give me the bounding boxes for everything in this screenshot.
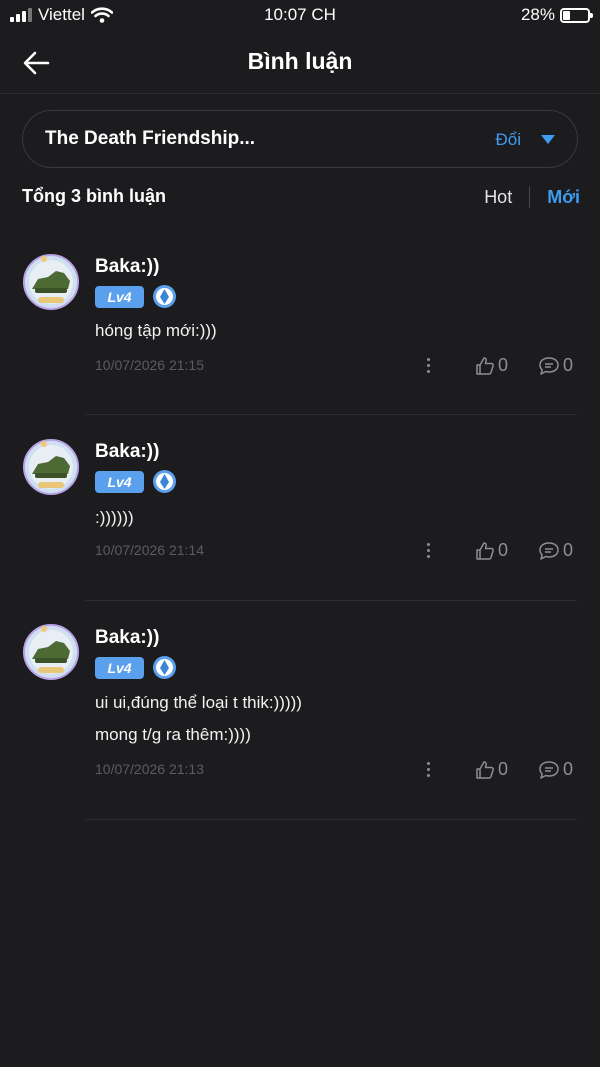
comment-time: 10/07/2026 21:13	[95, 761, 204, 777]
chapter-selector[interactable]: The Death Friendship... Đổi	[22, 110, 578, 168]
reply-count: 0	[563, 355, 574, 375]
avatar[interactable]	[22, 623, 80, 681]
reply-button[interactable]: 0	[538, 540, 573, 561]
reply-button[interactable]: 0	[538, 355, 573, 376]
like-button[interactable]: 0	[475, 355, 508, 376]
chat-bubble-icon	[539, 356, 559, 375]
more-options-icon[interactable]	[424, 543, 432, 563]
battery-percent: 28%	[520, 5, 555, 24]
avatar[interactable]	[22, 438, 80, 496]
thumbs-up-icon	[476, 760, 494, 779]
chat-bubble-icon	[539, 541, 559, 560]
change-button[interactable]: Đổi	[495, 130, 521, 150]
more-options-icon[interactable]	[424, 762, 432, 782]
author-badges: Lv4	[95, 655, 177, 680]
comment-count: Tổng 3 bình luận	[22, 186, 166, 206]
status-right: 28%	[520, 5, 593, 25]
comment-author[interactable]: Baka:))	[95, 441, 159, 463]
comment-divider	[85, 414, 577, 415]
sort-hot-tab[interactable]: Hot	[484, 187, 512, 208]
comment-text: mong t/g ra thêm:))))	[95, 725, 251, 744]
comment-divider	[85, 600, 577, 601]
comment-text: ui ui,đúng thể loại t thik:)))))	[95, 693, 302, 712]
author-badges: Lv4	[95, 469, 177, 494]
level-badge: Lv4	[95, 470, 144, 493]
page-title: Bình luận	[247, 48, 353, 74]
reply-button[interactable]: 0	[538, 759, 573, 780]
thumbs-up-icon	[476, 356, 494, 375]
comment-time: 10/07/2026 21:15	[95, 357, 204, 373]
sort-divider	[529, 186, 531, 208]
medal-icon	[153, 285, 176, 308]
reply-count: 0	[563, 540, 574, 560]
status-time: 10:07 CH	[264, 5, 336, 24]
avatar[interactable]	[22, 253, 80, 311]
chat-bubble-icon	[539, 760, 559, 779]
medal-icon	[153, 656, 176, 679]
reply-count: 0	[563, 759, 574, 779]
comment-time: 10/07/2026 21:14	[95, 542, 204, 558]
battery-icon	[560, 7, 593, 23]
more-options-icon[interactable]	[424, 358, 432, 378]
comment-text: :))))))	[95, 508, 134, 527]
thumbs-up-icon	[476, 541, 494, 560]
comment-author[interactable]: Baka:))	[95, 627, 159, 649]
comment-author[interactable]: Baka:))	[95, 256, 159, 278]
nav-bar: Bình luận	[0, 32, 600, 94]
like-count: 0	[498, 759, 509, 779]
comment-divider	[85, 819, 577, 820]
level-badge: Lv4	[95, 285, 144, 308]
sort-new-tab[interactable]: Mới	[547, 187, 580, 208]
author-badges: Lv4	[95, 284, 177, 309]
like-button[interactable]: 0	[475, 759, 508, 780]
sort-tabs: Hot Mới	[484, 186, 580, 208]
selector-title: The Death Friendship...	[45, 128, 256, 149]
comment-text: hóng tập mới:)))	[95, 321, 217, 340]
status-bar: Viettel 10:07 CH 28%	[0, 0, 600, 32]
like-button[interactable]: 0	[475, 540, 508, 561]
level-badge: Lv4	[95, 656, 144, 679]
triangle-down-icon[interactable]	[541, 135, 555, 144]
like-count: 0	[498, 355, 509, 375]
like-count: 0	[498, 540, 509, 560]
medal-icon	[153, 470, 176, 493]
